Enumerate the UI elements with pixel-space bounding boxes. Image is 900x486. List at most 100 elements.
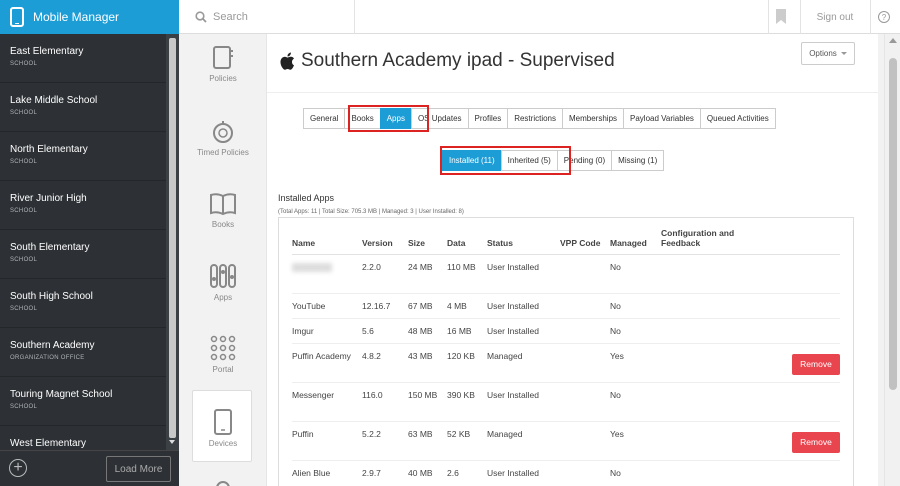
rail-item-timed-policies[interactable]: Timed Policies (193, 120, 253, 157)
school-name: Lake Middle School (10, 95, 98, 106)
app-status: User Installed (487, 293, 560, 319)
app-status: Managed (487, 343, 560, 383)
school-item[interactable]: East Elementary SCHOOL (0, 34, 166, 83)
school-item[interactable]: Touring Magnet School SCHOOL (0, 377, 166, 426)
redacted-text (292, 263, 332, 272)
rail-item-apps[interactable]: Apps (193, 263, 253, 302)
section-title: Installed Apps (278, 193, 335, 203)
app-version: 5.6 (362, 318, 408, 344)
tab-queued-activities[interactable]: Queued Activities (699, 108, 776, 129)
school-type: SCHOOL (10, 306, 38, 312)
school-item[interactable]: West Elementary (0, 426, 166, 450)
remove-button[interactable]: Remove (792, 354, 840, 375)
sidebar-footer: + Load More (0, 450, 179, 486)
policies-icon (213, 46, 233, 69)
app-name: Imgur (292, 318, 362, 344)
add-icon[interactable]: + (9, 459, 27, 477)
column-header: Status (487, 228, 560, 255)
page-scrollbar[interactable] (884, 34, 900, 486)
sign-out-link[interactable]: Sign out (800, 0, 870, 34)
app-data: 4 MB (447, 293, 487, 319)
scroll-up-arrow-icon[interactable] (889, 38, 897, 43)
school-item[interactable]: Southern Academy ORGANIZATION OFFICE (0, 328, 166, 377)
app-vpp (560, 318, 610, 344)
table-row: Alien Blue 2.9.7 40 MB 2.6 User Installe… (292, 460, 840, 486)
rail-item-devices[interactable]: Devices (193, 409, 253, 448)
tab-profiles[interactable]: Profiles (467, 108, 509, 129)
installed-apps-table: Name Version Size Data Status VPP Code M… (278, 217, 854, 486)
rail-item-more[interactable] (193, 480, 253, 486)
timed-policies-icon (213, 121, 233, 143)
app-version: 2.9.7 (362, 460, 408, 486)
app-size: 48 MB (408, 318, 447, 344)
nav-rail: Policies Timed Policies Books Apps Porta… (179, 34, 266, 486)
column-header: Version (362, 228, 408, 255)
school-name: Touring Magnet School (10, 389, 113, 400)
tab-memberships[interactable]: Memberships (562, 108, 625, 129)
tab-general[interactable]: General (303, 108, 346, 129)
app-config (661, 254, 840, 294)
app-name: Messenger (292, 382, 362, 422)
column-header: Managed (610, 228, 661, 255)
load-more-button[interactable]: Load More (106, 456, 171, 482)
options-dropdown[interactable]: Options (801, 42, 855, 65)
school-name: West Elementary (10, 438, 86, 449)
school-item[interactable]: South High School SCHOOL (0, 279, 166, 328)
sidebar-scroll-thumb[interactable] (169, 38, 176, 438)
school-item[interactable]: Lake Middle School SCHOOL (0, 83, 166, 132)
app-status: User Installed (487, 254, 560, 294)
column-header: Size (408, 228, 447, 255)
app-name: Alien Blue (292, 460, 362, 486)
app-data: 2.6 (447, 460, 487, 486)
tab-payload-variables[interactable]: Payload Variables (623, 108, 701, 129)
app-version: 5.2.2 (362, 421, 408, 461)
app-name: Puffin (292, 421, 362, 461)
app-config (661, 293, 840, 319)
rail-label: Timed Policies (197, 148, 249, 157)
scroll-down-arrow-icon[interactable] (169, 440, 175, 444)
app-managed: Yes (610, 343, 661, 383)
highlight-box (440, 146, 571, 175)
books-icon (210, 193, 236, 216)
subtab-missing[interactable]: Missing (1) (611, 150, 665, 171)
app-config (661, 318, 840, 344)
divider (768, 0, 769, 34)
sidebar-scrollbar[interactable] (166, 34, 179, 450)
app-managed: No (610, 382, 661, 422)
table-row: Puffin 5.2.2 63 MB 52 KB Managed Yes Rem… (292, 421, 840, 461)
rail-item-portal[interactable]: Portal (193, 335, 253, 374)
chevron-down-icon (840, 52, 847, 55)
school-name: North Elementary (10, 144, 88, 155)
table-row: Imgur 5.6 48 MB 16 MB User Installed No (292, 318, 840, 344)
rail-item-books[interactable]: Books (193, 192, 253, 229)
search-icon (195, 11, 207, 23)
school-item[interactable]: South Elementary SCHOOL (0, 230, 166, 279)
page-scroll-thumb[interactable] (889, 58, 897, 390)
search-input[interactable]: Search (213, 11, 248, 23)
remove-button[interactable]: Remove (792, 432, 840, 453)
rail-item-policies[interactable]: Policies (193, 46, 253, 83)
school-type: SCHOOL (10, 159, 38, 165)
bookmark-icon[interactable] (776, 9, 786, 24)
brand-title: Mobile Manager (33, 10, 120, 24)
app-data: 16 MB (447, 318, 487, 344)
portal-icon (210, 335, 236, 361)
app-name: Puffin Academy (292, 343, 362, 383)
app-data: 110 MB (447, 254, 487, 294)
school-type: ORGANIZATION OFFICE (10, 355, 85, 361)
school-name: South Elementary (10, 242, 90, 253)
tab-restrictions[interactable]: Restrictions (507, 108, 563, 129)
app-size: 67 MB (408, 293, 447, 319)
app-size: 43 MB (408, 343, 447, 383)
app-status: User Installed (487, 318, 560, 344)
app-size: 24 MB (408, 254, 447, 294)
brand[interactable]: Mobile Manager (0, 0, 179, 34)
app-vpp (560, 382, 610, 422)
school-item[interactable]: North Elementary SCHOOL (0, 132, 166, 181)
app-status: Managed (487, 421, 560, 461)
search-box[interactable]: Search (179, 0, 355, 34)
device-title: Southern Academy ipad - Supervised (301, 50, 615, 71)
section-summary: (Total Apps: 11 | Total Size: 705.3 MB |… (278, 209, 464, 215)
school-item[interactable]: River Junior High SCHOOL (0, 181, 166, 230)
help-icon[interactable]: ? (878, 11, 890, 23)
